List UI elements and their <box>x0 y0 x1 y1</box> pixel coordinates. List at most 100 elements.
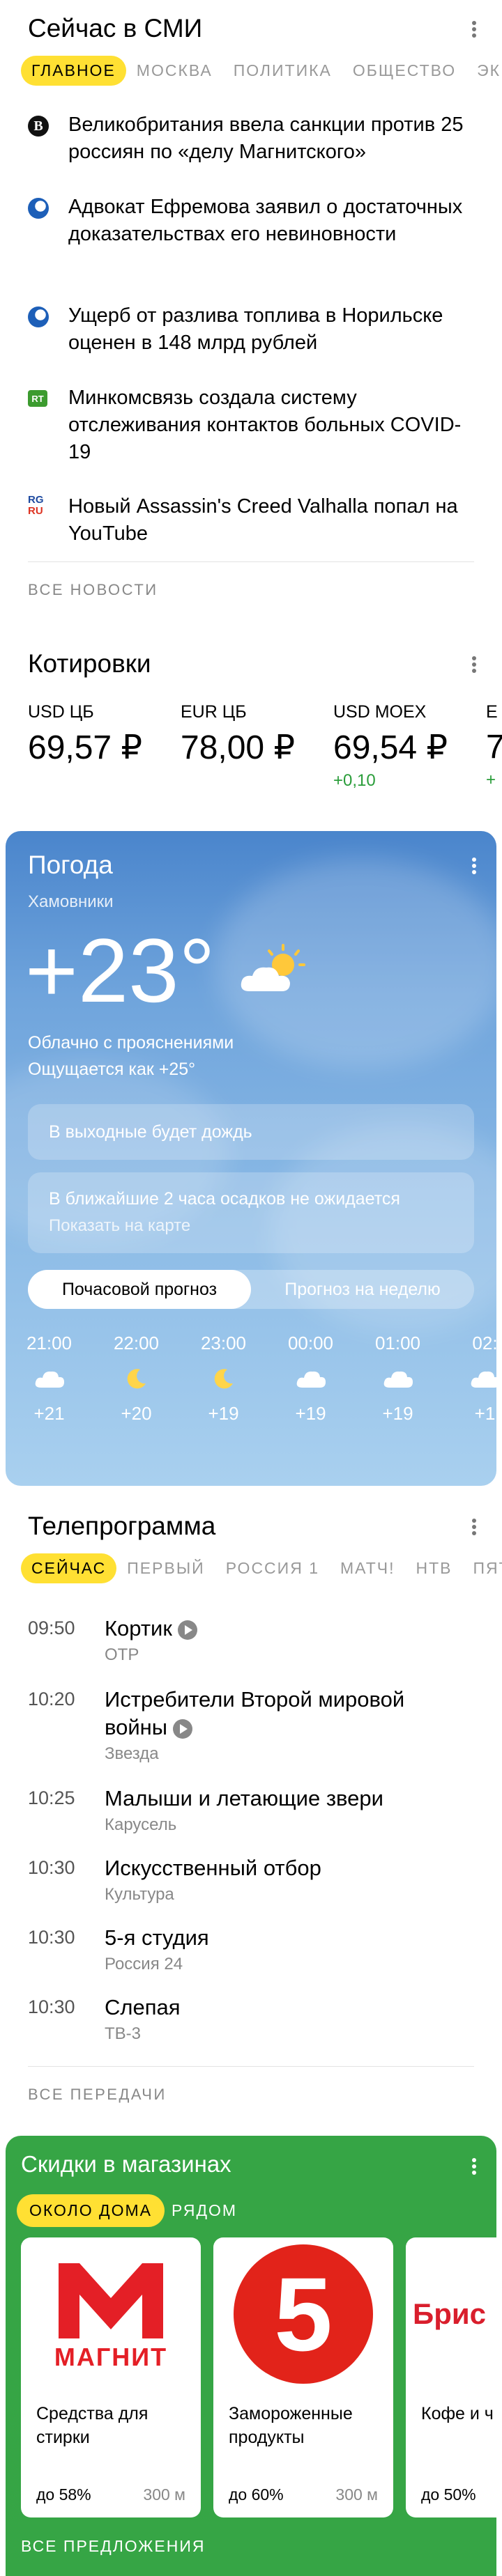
tv-program-item[interactable]: 10:20 Истребители Второй мировой войны З… <box>28 1686 474 1769</box>
all-news-link[interactable]: ВСЕ НОВОСТИ <box>28 581 158 599</box>
card-distance: 300 м <box>335 2485 378 2504</box>
moon-icon <box>93 1354 180 1403</box>
discount-card[interactable]: МАГНИТ Средства для стирки до 58% 300 м <box>21 2237 201 2517</box>
quote-item[interactable]: USD MOEX 69,54 ₽ +0,10 <box>333 702 487 791</box>
show-on-map-link[interactable]: Показать на карте <box>49 1216 453 1236</box>
hour-item: 21:00 +21 <box>6 1333 93 1425</box>
hour-temp: +21 <box>33 1403 65 1424</box>
tv-program-item[interactable]: 09:50 Кортик ОТР <box>28 1615 474 1670</box>
ria-icon <box>28 307 49 327</box>
tab-politics[interactable]: ПОЛИТИКА <box>223 57 342 84</box>
media-section: Сейчас в СМИ ГЛАВНОЕ МОСКВА ПОЛИТИКА ОБЩ… <box>0 0 502 627</box>
weekend-alert[interactable]: В выходные будет дождь <box>28 1104 474 1160</box>
tab-pyatiy[interactable]: ПЯТ <box>462 1555 502 1582</box>
quotes-menu-icon[interactable] <box>470 651 478 678</box>
hour-item: 02: +1 <box>441 1333 496 1425</box>
tv-menu-icon[interactable] <box>470 1513 478 1541</box>
cloud-icon <box>441 1354 496 1403</box>
media-title[interactable]: Сейчас в СМИ <box>28 14 202 43</box>
program-name: Истребители Второй мировой войны <box>105 1686 453 1741</box>
magnit-logo: МАГНИТ <box>21 2237 201 2391</box>
tv-tabs: СЕЙЧАС ПЕРВЫЙ РОССИЯ 1 МАТЧ! НТВ ПЯТ <box>21 1553 502 1583</box>
quote-item[interactable]: EUR ЦБ 78,00 ₽ <box>181 702 334 771</box>
divider <box>28 561 474 562</box>
shops-menu-icon[interactable] <box>470 2152 478 2180</box>
quote-name: USD MOEX <box>333 702 427 722</box>
program-channel: Звезда <box>105 1744 159 1763</box>
weather-description: Облачно с прояснениями <box>28 1033 234 1053</box>
quotes-title[interactable]: Котировки <box>28 649 151 678</box>
program-name: 5-я студия <box>105 1925 209 1950</box>
program-channel: Культура <box>105 1885 174 1904</box>
weather-title[interactable]: Погода <box>28 851 113 880</box>
precipitation-alert[interactable]: В ближайшие 2 часа осадков не ожидается … <box>28 1172 474 1253</box>
tv-program-item[interactable]: 10:25 Малыши и летающие звери Карусель <box>28 1785 474 1840</box>
hour-item: 01:00 +19 <box>354 1333 441 1425</box>
tab-russia1[interactable]: РОССИЯ 1 <box>215 1555 330 1582</box>
program-title: Истребители Второй мировой войны <box>105 1687 405 1739</box>
tab-society[interactable]: ОБЩЕСТВО <box>342 57 466 84</box>
news-text: Адвокат Ефремова заявил о достаточных до… <box>68 196 463 245</box>
precipitation-text: В ближайшие 2 часа осадков не ожидается <box>49 1189 400 1209</box>
hour-time: 23:00 <box>200 1333 247 1353</box>
cloud-icon <box>354 1354 441 1403</box>
discount-card[interactable]: 5 Замороженные продукты до 60% 300 м <box>213 2237 393 2517</box>
news-text: Великобритания ввела санкции против 25 р… <box>68 114 464 163</box>
hour-temp: +20 <box>121 1403 152 1424</box>
tab-main[interactable]: ГЛАВНОЕ <box>21 56 126 86</box>
ria-icon <box>28 198 49 219</box>
tab-moscow[interactable]: МОСКВА <box>126 57 223 84</box>
hour-item: 00:00 +19 <box>267 1333 354 1425</box>
tv-program-item[interactable]: 10:30 5-я студия Россия 24 <box>28 1924 474 1980</box>
tv-title[interactable]: Телепрограмма <box>28 1512 215 1541</box>
play-icon[interactable] <box>173 1718 193 1739</box>
news-item[interactable]: RT Минкомсвязь создала систему отслежива… <box>28 385 474 466</box>
tv-program-item[interactable]: 10:30 Слепая ТВ-3 <box>28 1994 474 2049</box>
hourly-forecast-tab[interactable]: Почасовой прогноз <box>28 1270 251 1309</box>
quote-item[interactable]: E 7 + <box>486 702 502 790</box>
quote-item[interactable]: USD ЦБ 69,57 ₽ <box>28 702 181 771</box>
program-name: Слепая <box>105 1995 181 2019</box>
weather-location[interactable]: Хамовники <box>28 892 114 912</box>
quote-value: 78,00 ₽ <box>181 729 295 766</box>
card-title: Кофе и ч <box>421 2404 494 2423</box>
weather-card[interactable]: Погода Хамовники +23° Облачно с прояснен… <box>6 831 496 1486</box>
news-item[interactable]: Адвокат Ефремова заявил о достаточных до… <box>28 194 474 248</box>
tab-now[interactable]: СЕЙЧАС <box>21 1553 117 1583</box>
card-title: Средства для стирки <box>36 2404 149 2447</box>
hour-time: 01:00 <box>374 1333 421 1353</box>
tab-near-home[interactable]: ОКОЛО ДОМА <box>17 2194 165 2227</box>
program-title: Кортик <box>105 1616 172 1640</box>
all-programs-link[interactable]: ВСЕ ПЕРЕДАЧИ <box>28 2086 167 2104</box>
program-time: 10:25 <box>28 1787 75 1808</box>
news-text: Ущерб от разлива топлива в Норильске оце… <box>68 304 443 354</box>
news-item[interactable]: RG RU Новый Assassin's Creed Valhalla поп… <box>28 493 474 548</box>
tab-perviy[interactable]: ПЕРВЫЙ <box>116 1555 215 1582</box>
media-tabs: ГЛАВНОЕ МОСКВА ПОЛИТИКА ОБЩЕСТВО ЭК <box>21 56 502 86</box>
news-item[interactable]: Ущерб от разлива топлива в Норильске оце… <box>28 302 474 357</box>
shops-title[interactable]: Скидки в магазинах <box>21 2151 231 2178</box>
weekend-alert-text: В выходные будет дождь <box>49 1122 252 1142</box>
all-offers-link[interactable]: ВСЕ ПРЕДЛОЖЕНИЯ <box>21 2537 206 2556</box>
rg-icon: RG RU <box>28 494 44 517</box>
tab-nearby[interactable]: РЯДОМ <box>172 2201 237 2220</box>
media-menu-icon[interactable] <box>470 15 478 43</box>
quotes-list: USD ЦБ 69,57 ₽ EUR ЦБ 78,00 ₽ USD MOEX 6… <box>28 702 502 807</box>
tab-economy[interactable]: ЭК <box>466 57 502 84</box>
hour-time: 22:00 <box>113 1333 160 1353</box>
forecast-switch: Почасовой прогноз Прогноз на неделю <box>28 1270 474 1309</box>
program-channel: ТВ-3 <box>105 2024 142 2043</box>
tab-match[interactable]: МАТЧ! <box>330 1555 405 1582</box>
program-channel: Россия 24 <box>105 1955 183 1973</box>
tab-ntv[interactable]: НТВ <box>405 1555 462 1582</box>
five-logo-text: 5 <box>274 2256 333 2373</box>
weather-menu-icon[interactable] <box>470 852 478 880</box>
weekly-forecast-tab[interactable]: Прогноз на неделю <box>251 1270 474 1309</box>
magnit-wordmark: МАГНИТ <box>54 2343 168 2371</box>
discount-card[interactable]: Брис Кофе и ч до 50% <box>406 2237 496 2517</box>
tv-section: Телепрограмма СЕЙЧАС ПЕРВЫЙ РОССИЯ 1 МАТ… <box>0 1498 502 2125</box>
program-time: 09:50 <box>28 1617 75 1638</box>
tv-program-item[interactable]: 10:30 Искусственный отбор Культура <box>28 1854 474 1910</box>
play-icon[interactable] <box>177 1620 197 1640</box>
news-item[interactable]: B Великобритания ввела санкции против 25… <box>28 111 474 166</box>
